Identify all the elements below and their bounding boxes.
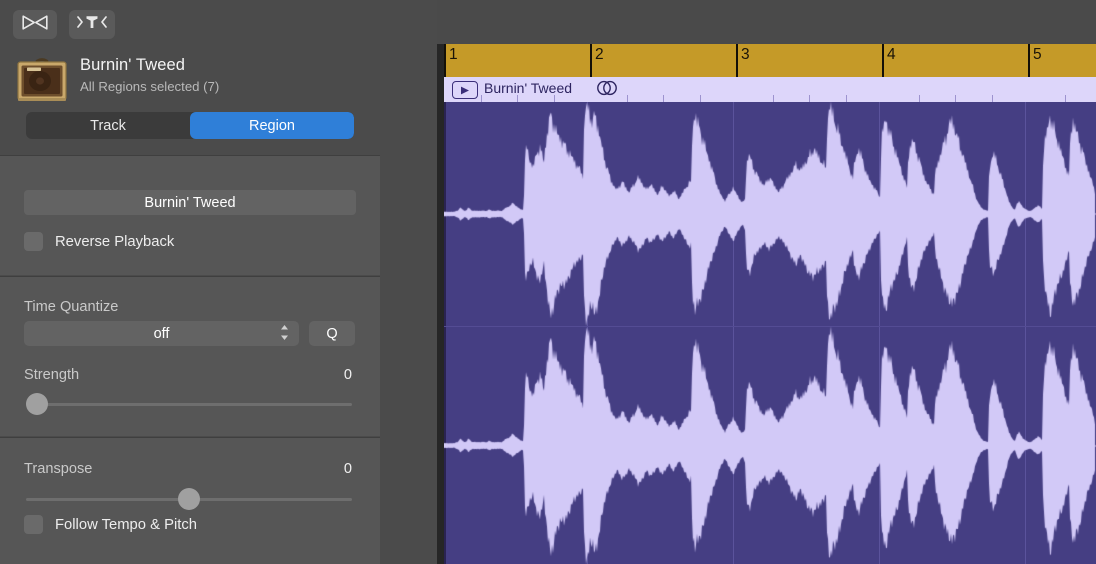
beat-tick	[517, 95, 518, 102]
follow-tempo-pitch-checkbox[interactable]	[24, 515, 43, 534]
beat-tick	[955, 95, 956, 102]
time-quantize-section: Time Quantize off Q Strength 0	[0, 276, 380, 436]
track-selection-status: All Regions selected (7)	[80, 79, 219, 94]
transpose-slider-knob[interactable]	[178, 488, 200, 510]
beat-tick	[846, 95, 847, 102]
transpose-value: 0	[344, 461, 352, 477]
strength-slider-knob[interactable]	[26, 393, 48, 415]
beat-tick	[1065, 95, 1066, 102]
inspector-panel: Burnin' Tweed All Regions selected (7) T…	[0, 0, 437, 564]
bar-line	[590, 44, 592, 77]
bar-number: 3	[741, 46, 750, 64]
flex-crossfade-icon	[22, 15, 48, 35]
toolbar	[0, 0, 437, 47]
beat-tick	[481, 95, 482, 102]
region-name-label: Burnin' Tweed	[484, 80, 572, 96]
beat-tick	[700, 95, 701, 102]
guitar-amp-icon	[15, 57, 69, 103]
track-region-segmented-control[interactable]: Track Region	[26, 112, 354, 139]
chevron-updown-icon	[280, 324, 289, 341]
logic-region-inspector: Burnin' Tweed All Regions selected (7) T…	[0, 0, 1096, 564]
follow-tempo-pitch-label: Follow Tempo & Pitch	[55, 517, 197, 533]
flex-crossfade-button[interactable]	[13, 10, 57, 39]
arrange-left-border	[437, 44, 444, 564]
bar-number: 5	[1033, 46, 1042, 64]
beat-tick	[919, 95, 920, 102]
reverse-playback-row[interactable]: Reverse Playback	[24, 232, 174, 251]
strength-label: Strength	[24, 367, 79, 383]
beat-tick	[554, 95, 555, 102]
beat-tick	[809, 95, 810, 102]
divider	[0, 437, 380, 438]
segment-region[interactable]: Region	[190, 112, 354, 139]
waveform-display[interactable]	[444, 102, 1096, 564]
bar-line	[882, 44, 884, 77]
track-header: Burnin' Tweed All Regions selected (7) T…	[0, 47, 437, 152]
bar-number: 2	[595, 46, 604, 64]
beat-tick	[992, 95, 993, 102]
region-name-section: Burnin' Tweed Reverse Playback	[0, 155, 380, 275]
divider	[0, 276, 380, 277]
bar-line	[736, 44, 738, 77]
time-quantize-select[interactable]: off	[24, 321, 299, 346]
quantize-apply-button[interactable]: Q	[309, 321, 355, 346]
divider	[0, 155, 380, 156]
reverse-playback-label: Reverse Playback	[55, 234, 174, 250]
bar-line	[1028, 44, 1030, 77]
flex-pitch-button[interactable]	[69, 10, 115, 39]
strength-slider-track	[26, 403, 352, 406]
bar-number: 4	[887, 46, 896, 64]
track-name: Burnin' Tweed	[80, 56, 185, 75]
time-quantize-value: off	[154, 326, 170, 342]
beat-tick	[627, 95, 628, 102]
transpose-label: Transpose	[24, 461, 92, 477]
bar-number: 1	[449, 46, 458, 64]
bar-line	[444, 44, 446, 77]
play-icon	[452, 81, 478, 99]
segment-track[interactable]: Track	[26, 112, 190, 139]
beat-tick	[663, 95, 664, 102]
arrange-area: 100 50 0 -50 -100 100 50 0 -50 -100 1	[437, 0, 1096, 564]
beat-tick	[773, 95, 774, 102]
reverse-playback-checkbox[interactable]	[24, 232, 43, 251]
transpose-slider[interactable]	[26, 488, 352, 510]
region-name-field[interactable]: Burnin' Tweed	[24, 190, 356, 215]
strength-value: 0	[344, 367, 352, 383]
loop-circles-icon	[596, 80, 618, 101]
flex-pitch-icon	[77, 14, 107, 35]
waveform-canvas	[444, 102, 1096, 564]
bar-ruler[interactable]: 1 2 3 4 5	[444, 44, 1096, 77]
strength-slider[interactable]	[26, 393, 352, 415]
region-header[interactable]: Burnin' Tweed	[444, 77, 1096, 102]
time-quantize-label: Time Quantize	[24, 299, 118, 315]
transpose-section: Transpose 0 Follow Tempo & Pitch	[0, 437, 380, 564]
follow-tempo-pitch-row[interactable]: Follow Tempo & Pitch	[24, 515, 197, 534]
